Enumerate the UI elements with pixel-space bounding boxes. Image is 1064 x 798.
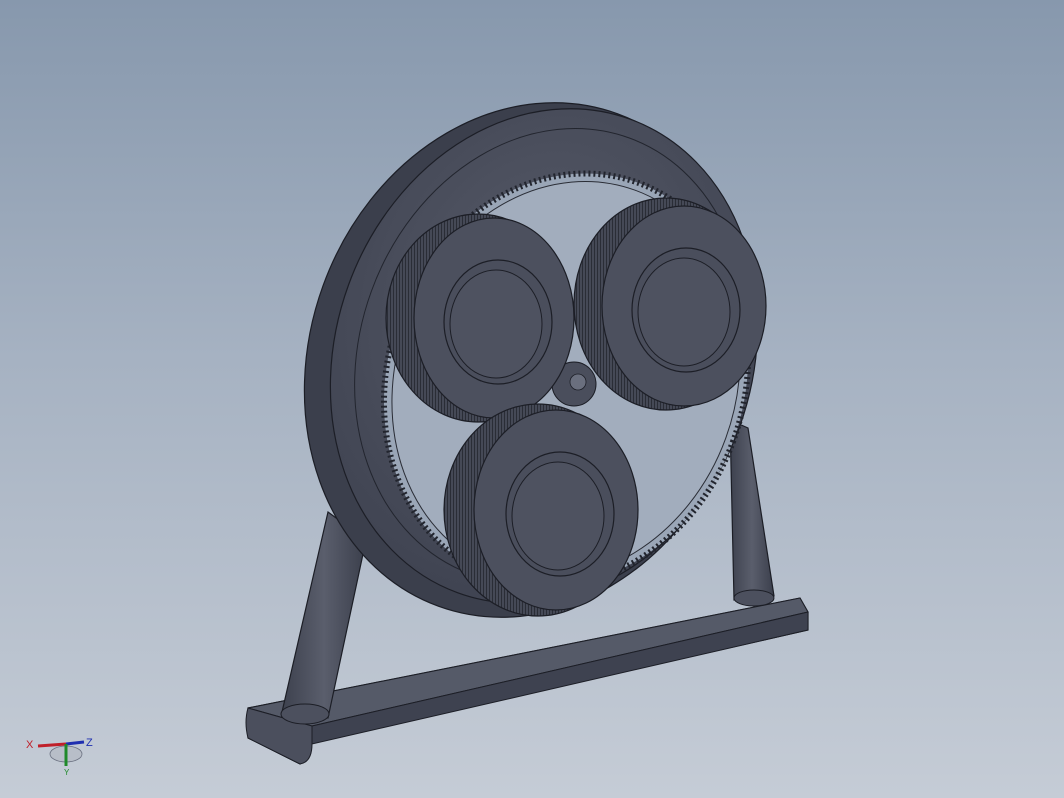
planet-gear-upper-right <box>573 197 767 411</box>
x-axis-label: X <box>26 739 34 751</box>
axis-triad[interactable]: X Z Y <box>22 726 102 776</box>
3d-viewport[interactable] <box>0 0 1064 798</box>
support-leg-right <box>729 419 775 607</box>
y-axis-label: Y <box>64 768 70 776</box>
x-axis-arrow <box>37 742 67 748</box>
planet-gear-bottom <box>443 403 639 617</box>
z-axis-arrow <box>65 740 85 746</box>
planet-gear-upper-left <box>385 213 575 423</box>
z-axis-label: Z <box>86 737 93 749</box>
